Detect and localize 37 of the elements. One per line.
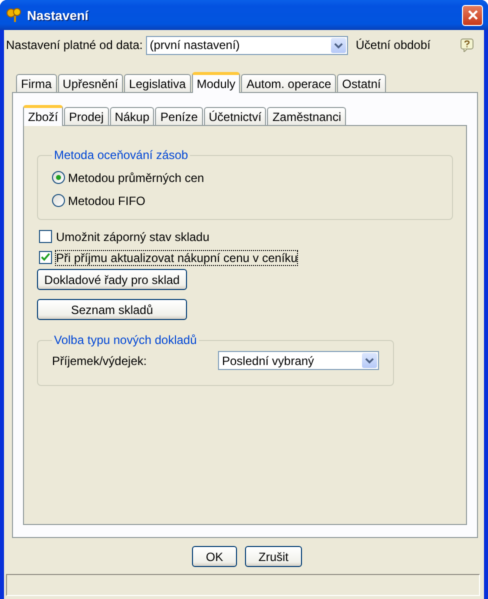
checkbox[interactable] <box>39 230 52 243</box>
date-combobox[interactable]: (první nastavení) <box>146 36 348 54</box>
tab[interactable]: Zboží <box>23 105 64 126</box>
checkmark-icon <box>40 252 51 263</box>
help-icon[interactable] <box>460 38 474 52</box>
close-icon <box>466 9 478 21</box>
radio-button[interactable] <box>52 171 65 184</box>
tab[interactable]: Nákup <box>110 107 154 125</box>
field-label: Nastavení platné od data: <box>6 38 143 52</box>
tab[interactable]: Legislativa <box>124 74 191 92</box>
document-type-combobox[interactable]: Poslední vybraný <box>218 351 379 370</box>
radio-button[interactable] <box>52 194 65 207</box>
action-button[interactable]: Dokladové řady pro sklad <box>37 269 187 290</box>
action-button[interactable]: Seznam skladů <box>37 299 187 320</box>
group-title: Metoda oceňování zásob <box>53 148 190 162</box>
tab[interactable]: Peníze <box>155 107 203 125</box>
checkbox[interactable] <box>39 251 52 264</box>
radio-label[interactable]: Metodou průměrných cen <box>68 170 204 184</box>
tab[interactable]: Autom. operace <box>241 74 336 92</box>
group-title: Volba typu nových dokladů <box>53 333 198 347</box>
checkbox-label[interactable]: Při příjmu aktualizovat nákupní cenu v ceníku <box>55 250 298 266</box>
tab[interactable]: Moduly <box>192 72 240 93</box>
tab[interactable]: Účetnictví <box>204 107 266 125</box>
window-title: Nastavení <box>27 8 90 22</box>
field-label: Příjemek/výdejek: <box>52 354 148 368</box>
tab[interactable]: Prodej <box>64 107 109 125</box>
tab[interactable]: Upřesnění <box>58 74 124 92</box>
radio-label[interactable]: Metodou FIFO <box>68 194 146 208</box>
keys-icon <box>6 7 22 23</box>
close-button[interactable] <box>462 4 483 26</box>
dialog-button[interactable]: Zrušit <box>245 546 302 567</box>
tab[interactable]: Zaměstnanci <box>267 107 346 125</box>
checkbox-label[interactable]: Umožnit záporný stav skladu <box>55 228 210 244</box>
tab[interactable]: Firma <box>16 74 57 92</box>
tab[interactable]: Ostatní <box>337 74 386 92</box>
dialog-button[interactable]: OK <box>192 546 237 567</box>
period-link[interactable]: Účetní období <box>356 38 458 52</box>
